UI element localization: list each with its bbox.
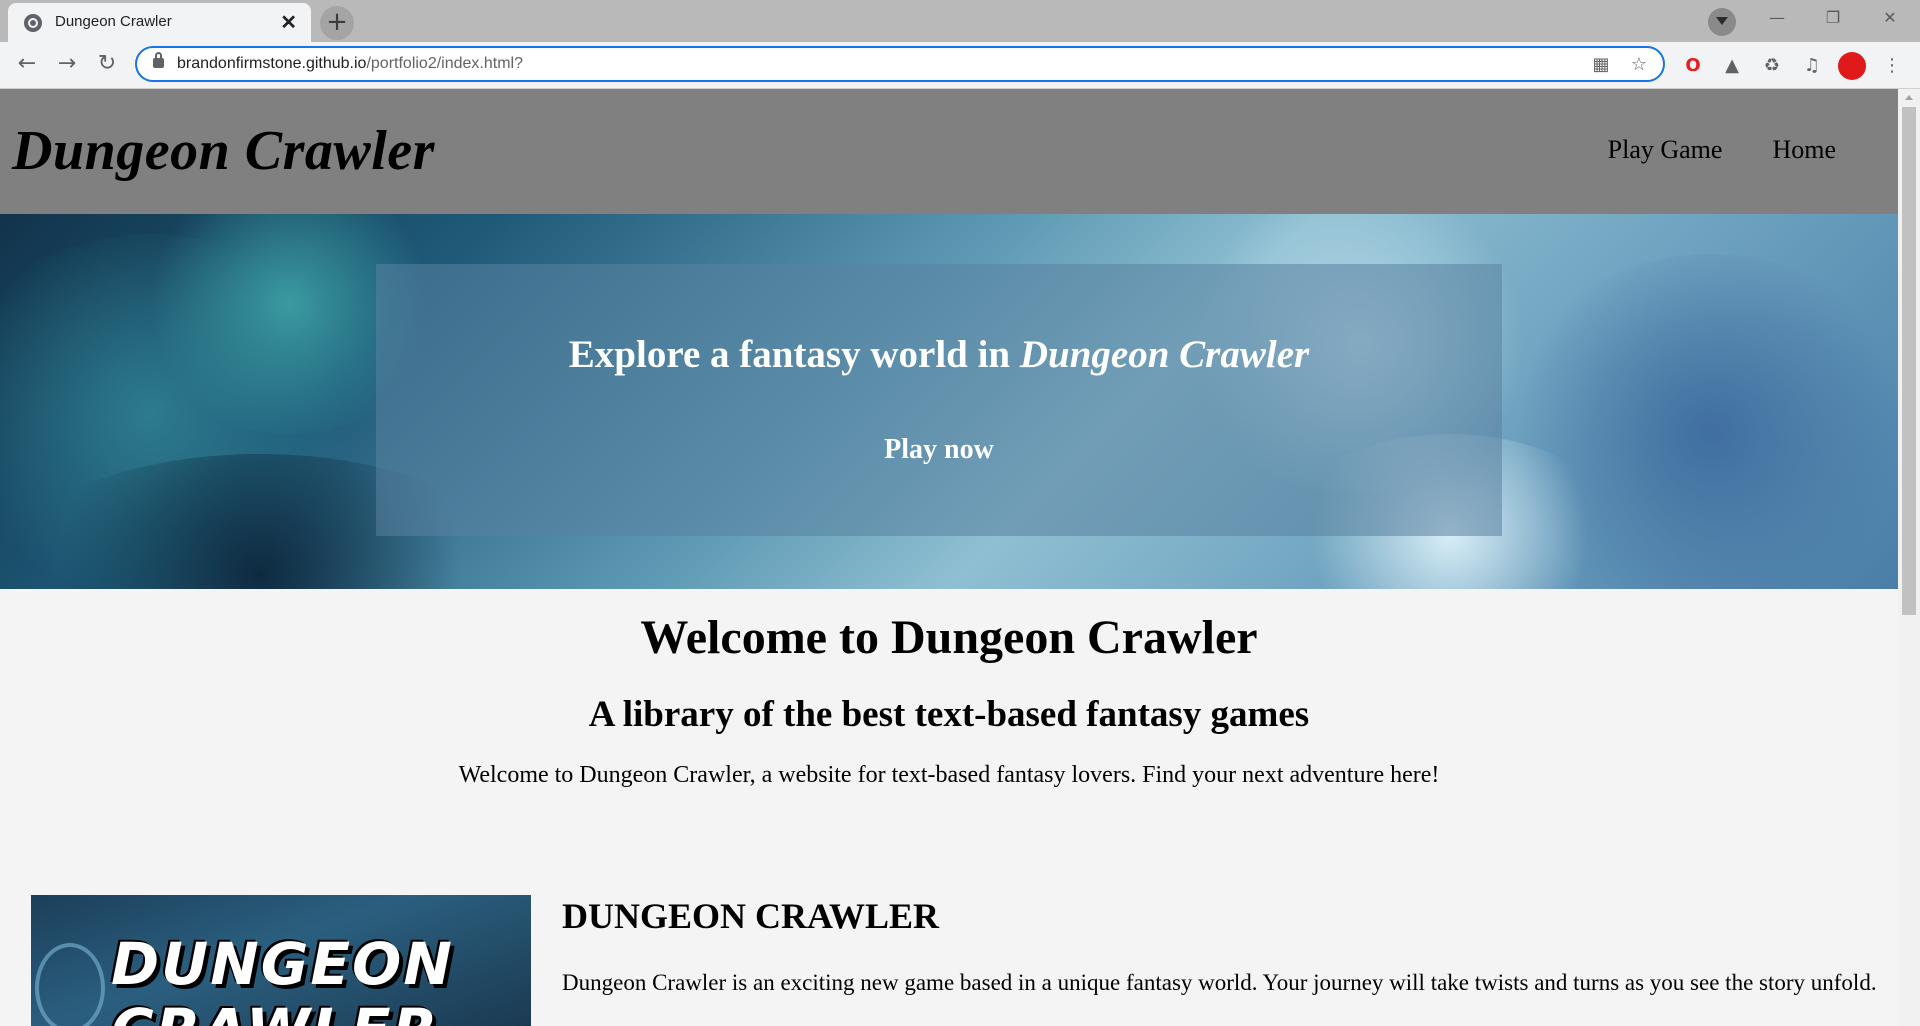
star-icon[interactable]: ☆ — [1627, 53, 1651, 77]
opera-icon[interactable]: O — [1681, 54, 1705, 78]
page-scrollbar[interactable] — [1898, 89, 1920, 1026]
address-bar[interactable]: brandonfirmstone.github.io/portfolio2/in… — [135, 46, 1665, 82]
tab-dungeon-crawler[interactable]: Dungeon Crawler ✕ — [8, 3, 311, 42]
game-cover-title: DUNGEON CRAWLER — [111, 930, 454, 1026]
tab-title: Dungeon Crawler — [55, 13, 172, 30]
nav-play-game[interactable]: Play Game — [1608, 135, 1723, 165]
play-now-button[interactable]: Play now — [376, 434, 1502, 466]
browser-chrome: Dungeon Crawler ✕ + — ❐ ✕ ← → ↻ brandonf… — [0, 0, 1920, 89]
site-nav: Play Game Home — [1608, 135, 1836, 165]
hero-heading: Explore a fantasy world in Dungeon Crawl… — [376, 332, 1502, 377]
media-icon[interactable]: ♫ — [1800, 54, 1824, 78]
profile-avatar[interactable] — [1838, 52, 1866, 80]
restore-icon[interactable]: ❐ — [1805, 0, 1861, 36]
new-tab-button[interactable]: + — [320, 6, 354, 40]
nav-home[interactable]: Home — [1772, 135, 1836, 165]
welcome-subtitle: A library of the best text-based fantasy… — [588, 694, 1310, 735]
puzzle-icon[interactable]: ♻ — [1760, 54, 1784, 78]
url-host: brandonfirmstone.github.io — [177, 55, 367, 72]
qr-code-icon[interactable]: ▦ — [1589, 53, 1613, 77]
welcome-title: Welcome to Dungeon Crawler — [640, 611, 1258, 664]
welcome-body: Welcome to Dungeon Crawler, a website fo… — [458, 762, 1440, 788]
close-tab-icon[interactable]: ✕ — [280, 10, 297, 35]
site-header: Dungeon Crawler Play Game Home — [0, 89, 1898, 214]
ornament-art — [35, 943, 105, 1026]
browser-toolbar: ← → ↻ brandonfirmstone.github.io/portfol… — [0, 42, 1920, 89]
reload-icon[interactable]: ↻ — [93, 50, 121, 78]
url-text[interactable]: brandonfirmstone.github.io/portfolio2/in… — [177, 55, 523, 73]
menu-icon[interactable]: ⋮ — [1880, 54, 1904, 78]
tab-search-icon[interactable] — [1708, 8, 1736, 36]
scrollbar-thumb[interactable] — [1902, 107, 1916, 615]
minimize-icon[interactable]: — — [1749, 0, 1805, 36]
welcome-section: Welcome to Dungeon Crawler A library of … — [0, 610, 1898, 789]
hat-icon[interactable]: ▲ — [1720, 54, 1744, 78]
window-close-icon[interactable]: ✕ — [1862, 0, 1918, 36]
scroll-up-icon[interactable] — [1905, 95, 1913, 100]
tab-strip: Dungeon Crawler ✕ + — ❐ ✕ — [0, 0, 1920, 42]
hero-panel: Explore a fantasy world in Dungeon Crawl… — [376, 264, 1502, 536]
game-cover-image[interactable]: DUNGEON CRAWLER — [31, 895, 531, 1026]
game-title: DUNGEON CRAWLER — [562, 896, 940, 936]
game-info: DUNGEON CRAWLER Dungeon Crawler is an ex… — [562, 895, 1882, 997]
site-logo[interactable]: Dungeon Crawler — [12, 119, 435, 183]
hero-banner: Explore a fantasy world in Dungeon Crawl… — [0, 214, 1898, 589]
hero-heading-game: Dungeon Crawler — [1019, 333, 1310, 376]
globe-icon — [24, 14, 42, 32]
back-icon[interactable]: ← — [13, 50, 41, 78]
page-viewport: Dungeon Crawler Play Game Home Explore a… — [0, 89, 1898, 1026]
hero-heading-text: Explore a fantasy world in — [568, 333, 1020, 376]
url-path: /portfolio2/index.html? — [366, 55, 523, 72]
game-description: Dungeon Crawler is an exciting new game … — [562, 970, 1877, 995]
lock-icon[interactable] — [153, 52, 164, 68]
forward-icon[interactable]: → — [53, 50, 81, 78]
